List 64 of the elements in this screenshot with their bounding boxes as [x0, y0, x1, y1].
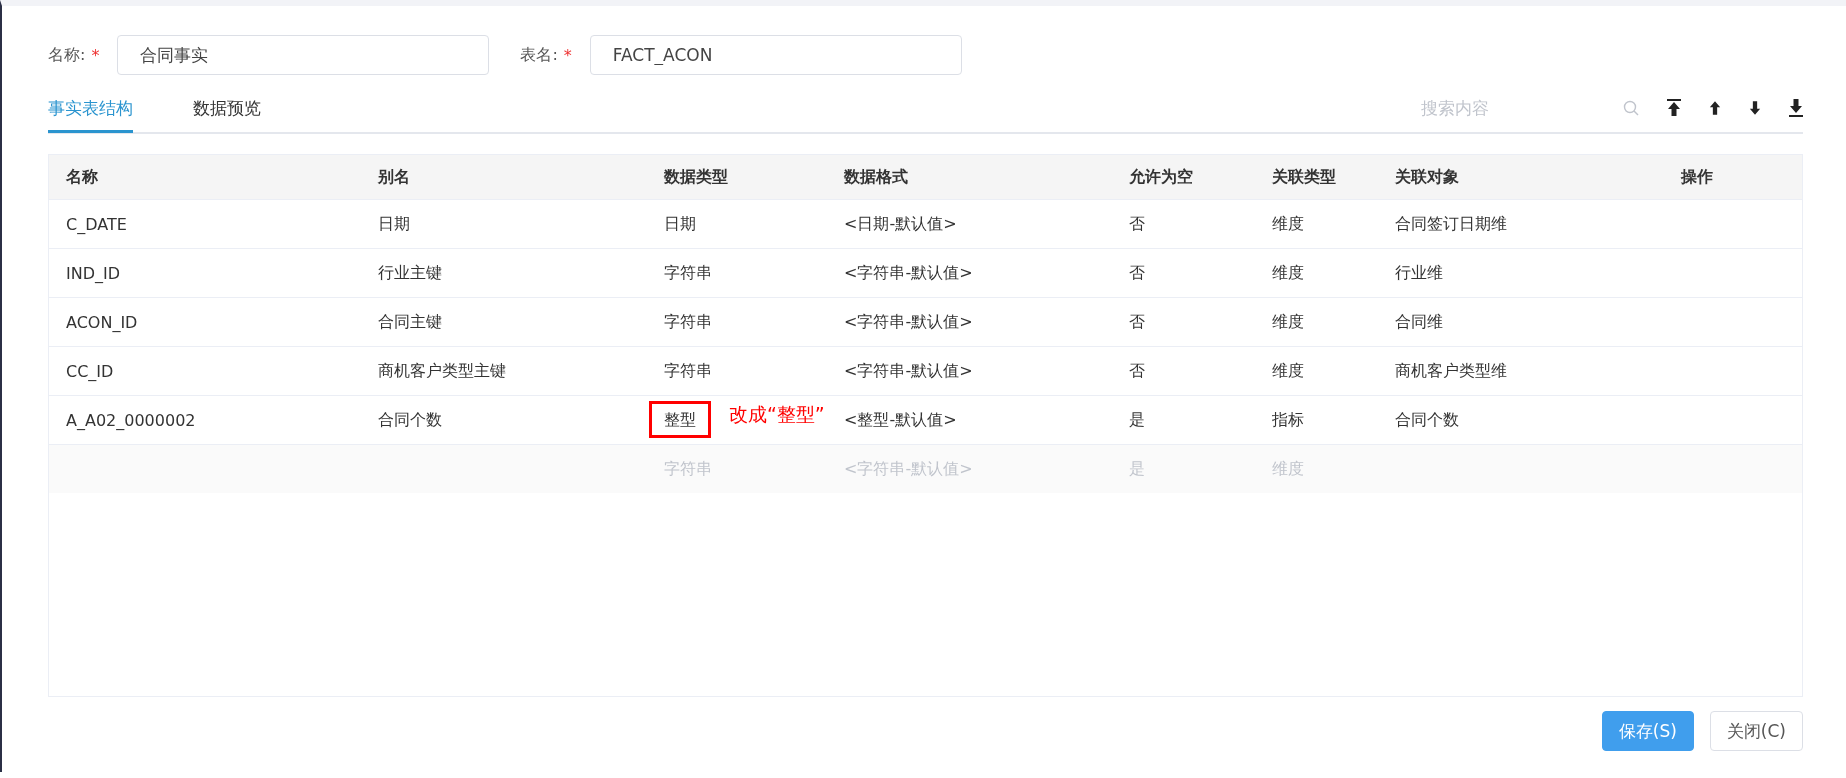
- annotation-note: 改成“整型”: [729, 401, 825, 427]
- table-cell: 维度: [1272, 458, 1304, 478]
- required-mark: *: [563, 45, 572, 65]
- table-cell: C_DATE: [66, 214, 127, 234]
- table-cell: <字符串-默认值>: [844, 360, 973, 380]
- table-cell: 维度: [1272, 311, 1304, 331]
- table-cell: 指标: [1272, 409, 1304, 429]
- table-cell: 否: [1129, 213, 1145, 233]
- table-row[interactable]: CC_ID 商机客户类型主键 字符串 <字符串-默认值> 否 维度 商机客户类型维: [49, 347, 1802, 396]
- name-input-field[interactable]: 合同事实: [117, 35, 490, 75]
- table-cell: <日期-默认值>: [844, 213, 957, 233]
- table-cell: 字符串: [664, 311, 712, 331]
- table-row[interactable]: IND_ID 行业主键 字符串 <字符串-默认值> 否 维度 行业维: [49, 249, 1802, 298]
- table-cell: 商机客户类型维: [1395, 360, 1507, 380]
- table-cell: 否: [1129, 262, 1145, 282]
- table-cell: <字符串-默认值>: [844, 262, 973, 282]
- column-header: 关联对象: [1394, 166, 1460, 188]
- close-button[interactable]: 关闭(C): [1709, 711, 1803, 751]
- table-cell: 否: [1129, 311, 1145, 331]
- table-cell: 合同签订日期维: [1395, 213, 1507, 233]
- table-cell: 维度: [1272, 360, 1304, 380]
- tab[interactable]: 数据预览: [193, 85, 261, 133]
- table-cell: 是: [1129, 409, 1145, 429]
- table-cell: 合同个数: [378, 409, 442, 429]
- arrow-up-icon[interactable]: [1709, 101, 1721, 115]
- table-cell: 合同主键: [378, 311, 442, 331]
- table-cell: 商机客户类型主键: [378, 360, 506, 380]
- name-label: 名称:: [48, 44, 86, 66]
- table-cell: 字符串: [664, 458, 712, 478]
- column-header: 数据格式: [843, 166, 909, 188]
- column-header: 数据类型: [663, 166, 729, 188]
- column-header: 名称: [65, 166, 99, 188]
- move-to-bottom-icon[interactable]: [1789, 99, 1803, 117]
- table-cell: 字符串: [664, 360, 712, 380]
- table-cell: 维度: [1272, 213, 1304, 233]
- table-cell: 维度: [1272, 262, 1304, 282]
- table-row[interactable]: C_DATE 日期 日期 <日期-默认值> 否 维度 合同签订日期维: [49, 200, 1802, 249]
- table-cell: ACON_ID: [66, 312, 138, 332]
- table-cell: 否: [1129, 360, 1145, 380]
- highlight-box: 整型: [649, 400, 711, 438]
- table-cell: 合同维: [1395, 311, 1443, 331]
- move-to-top-icon[interactable]: [1667, 99, 1681, 117]
- table-cell: 日期: [378, 213, 410, 233]
- table-cell: <字符串-默认值>: [844, 458, 973, 478]
- table-row[interactable]: ACON_ID 合同主键 字符串 <字符串-默认值> 否 维度 合同维: [49, 298, 1802, 347]
- table-cell: <整型-默认值>: [844, 409, 957, 429]
- column-header: 关联类型: [1271, 166, 1337, 188]
- table-cell: 合同个数: [1395, 409, 1459, 429]
- table-cell: A_A02_0000002: [66, 410, 196, 430]
- table-cell: 行业主键: [378, 262, 442, 282]
- table-cell: <字符串-默认值>: [844, 311, 973, 331]
- table-cell: CC_ID: [66, 361, 114, 381]
- table-cell: 字符串: [664, 262, 712, 282]
- table-cell: 是: [1129, 458, 1145, 478]
- table-cell: IND_ID: [66, 263, 121, 283]
- column-header: 操作: [1679, 166, 1714, 188]
- column-header: 允许为空: [1128, 166, 1194, 188]
- column-header: 别名: [377, 166, 411, 188]
- table-cell: 日期: [664, 213, 696, 233]
- arrow-down-icon[interactable]: [1749, 101, 1761, 115]
- required-mark: *: [91, 45, 100, 65]
- table-name-input-field[interactable]: FACT_ACON: [589, 35, 962, 75]
- table-name-label: 表名:: [520, 44, 558, 66]
- table-cell: 行业维: [1395, 262, 1443, 282]
